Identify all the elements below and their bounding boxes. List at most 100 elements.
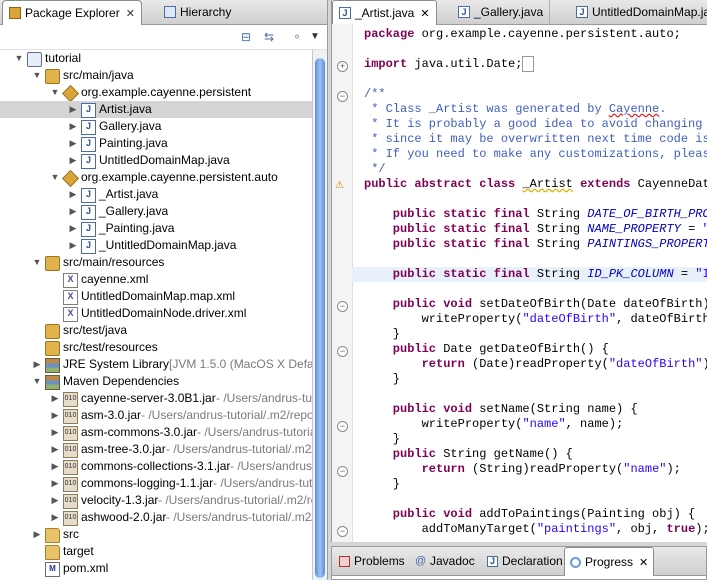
expanded-twisty-icon[interactable]: ▼ <box>50 84 60 101</box>
tab-hierarchy[interactable]: Hierarchy <box>158 0 237 24</box>
collapsed-twisty-icon[interactable]: ▶ <box>50 458 60 475</box>
tree-item-description: - /Users/andrus-tutorial/.m2/repo <box>158 493 314 507</box>
collapsed-twisty-icon[interactable]: ▶ <box>50 407 60 424</box>
expanded-twisty-icon[interactable]: ▼ <box>32 67 42 84</box>
source-folder-icon <box>45 341 60 356</box>
collapsed-twisty-icon[interactable]: ▶ <box>50 509 60 526</box>
tab-label: Progress <box>585 555 634 569</box>
code-token: , obj, <box>616 522 667 536</box>
tree-item-description: - /Users/andrus-tutorial <box>230 459 314 473</box>
warning-icon[interactable]: ⚠ <box>335 180 347 191</box>
collapsed-twisty-icon[interactable]: ▶ <box>68 237 78 254</box>
close-icon[interactable]: ✕ <box>420 7 429 20</box>
java-file-icon: J <box>576 6 588 18</box>
tree-item-label: UntitledDomainMap.java <box>99 153 230 167</box>
tab-label: _Gallery.java <box>474 5 544 19</box>
collapse-fold-icon[interactable]: − <box>337 346 348 357</box>
code-token <box>522 56 534 72</box>
code-token: /** <box>364 87 386 101</box>
code-line: return (Date)readProperty("dateOfBirth")… <box>364 357 707 372</box>
expanded-twisty-icon[interactable]: ▼ <box>14 50 24 67</box>
collapsed-twisty-icon[interactable]: ▶ <box>50 390 60 407</box>
java-file-icon: J <box>81 137 96 152</box>
collapsed-twisty-icon[interactable]: ▶ <box>68 220 78 237</box>
collapse-fold-icon[interactable]: − <box>337 526 348 537</box>
tree-item-label: asm-tree-3.0.jar <box>81 442 166 456</box>
code-token: ); <box>695 522 707 536</box>
collapsed-twisty-icon[interactable]: ▶ <box>68 186 78 203</box>
xml-file-icon: X <box>63 273 78 288</box>
collapsed-twisty-icon[interactable]: ▶ <box>68 101 78 118</box>
expand-fold-icon[interactable]: + <box>337 61 348 72</box>
collapse-fold-icon[interactable]: − <box>337 91 348 102</box>
code-token: = <box>673 267 696 281</box>
tree-item-label: asm-3.0.jar <box>81 408 142 422</box>
code-line: public void addToPaintings(Painting obj)… <box>364 507 695 522</box>
collapsed-twisty-icon[interactable]: ▶ <box>32 526 42 543</box>
java-editor: J _Artist.java ✕ J _Gallery.java J Untit… <box>331 0 707 542</box>
collapsed-twisty-icon[interactable]: ▶ <box>68 118 78 135</box>
close-icon[interactable]: ✕ <box>639 556 648 569</box>
collapsed-twisty-icon[interactable]: ▶ <box>68 152 78 169</box>
bottom-tabbar: Problems @ Javadoc J Declaration Progres… <box>332 547 706 576</box>
editor-ruler[interactable]: + − ⚠ − − − − − <box>332 24 353 542</box>
collapse-fold-icon[interactable]: − <box>337 421 348 432</box>
tree-item-description: [JVM 1.5.0 (MacOS X Default)] <box>169 357 314 371</box>
code-token: public void <box>364 402 480 416</box>
collapsed-twisty-icon[interactable]: ▶ <box>50 492 60 509</box>
bottom-panel: Problems @ Javadoc J Declaration Progres… <box>331 546 707 580</box>
collapsed-twisty-icon[interactable]: ▶ <box>68 135 78 152</box>
tree-item-description: - /Users/andrus-tutorial/.m2 <box>216 391 314 405</box>
tab-package-explorer[interactable]: Package Explorer ✕ <box>2 0 142 25</box>
editor-tab-gallery[interactable]: J _Gallery.java <box>452 0 551 24</box>
tree-item-description: - /Users/andrus-tutorial/.m2/rep <box>166 442 314 456</box>
code-token: ID_PK_COLUMN <box>587 267 674 281</box>
tree-item-label: UntitledDomainNode.driver.xml <box>81 306 247 320</box>
tab-problems[interactable]: Problems <box>334 547 410 575</box>
expanded-twisty-icon[interactable]: ▼ <box>32 254 42 271</box>
collapsed-twisty-icon[interactable]: ▶ <box>50 424 60 441</box>
package-icon <box>62 170 79 187</box>
code-token: import <box>364 57 415 71</box>
code-token: String getName() { <box>443 447 573 461</box>
expanded-twisty-icon[interactable]: ▼ <box>50 169 60 186</box>
editor-tab-artist[interactable]: J _Artist.java ✕ <box>332 0 437 25</box>
close-icon[interactable]: ✕ <box>126 7 135 20</box>
code-area[interactable]: package org.example.cayenne.persistent.a… <box>352 24 707 542</box>
collapse-fold-icon[interactable]: − <box>337 301 348 312</box>
tab-label: Package Explorer <box>25 6 120 20</box>
tree-item-label: src/main/java <box>63 68 134 82</box>
tree-item-label: cayenne.xml <box>81 272 149 286</box>
xml-file-icon: X <box>63 307 78 322</box>
tree-scrollbar[interactable] <box>312 50 327 580</box>
link-with-editor-icon[interactable]: ⇆ <box>261 29 277 45</box>
view-menu-icon[interactable]: ▼ <box>307 29 323 45</box>
tree-item[interactable]: ▶ J Artist.java <box>0 101 314 118</box>
code-token: } <box>364 477 401 491</box>
code-line: } <box>364 432 400 447</box>
code-token: DATE_OF_BIRTH_PROPERTY <box>587 207 707 221</box>
collapsed-twisty-icon[interactable]: ▶ <box>68 203 78 220</box>
java-file-icon: J <box>81 120 96 135</box>
collapse-fold-icon[interactable]: − <box>337 466 348 477</box>
java-file-icon: J <box>339 7 351 19</box>
collapsed-twisty-icon[interactable]: ▶ <box>50 475 60 492</box>
code-token: (Date)readProperty( <box>472 357 609 371</box>
collapsed-twisty-icon[interactable]: ▶ <box>32 356 42 373</box>
scrollbar-thumb[interactable] <box>315 58 325 578</box>
editor-tab-domainmap[interactable]: J UntitledDomainMap.ja <box>570 0 707 24</box>
jar-icon: 010 <box>63 409 78 424</box>
code-token: writeProperty( <box>364 417 523 431</box>
code-token: org.example.cayenne.persistent.auto; <box>421 27 681 41</box>
tab-declaration[interactable]: J Declaration <box>482 547 568 575</box>
pom-file-icon: M <box>45 562 60 577</box>
tree-item-label: ashwood-2.0.jar <box>81 510 167 524</box>
code-token: "paintings" <box>536 522 617 536</box>
tab-progress[interactable]: Progress ✕ <box>564 547 655 576</box>
collapse-all-icon[interactable]: ⊟ <box>238 29 254 45</box>
expanded-twisty-icon[interactable]: ▼ <box>32 373 42 390</box>
filter-icon[interactable]: ⚬ <box>289 29 305 45</box>
tab-javadoc[interactable]: @ Javadoc <box>410 547 480 575</box>
collapsed-twisty-icon[interactable]: ▶ <box>50 441 60 458</box>
tab-label: Javadoc <box>430 554 475 568</box>
